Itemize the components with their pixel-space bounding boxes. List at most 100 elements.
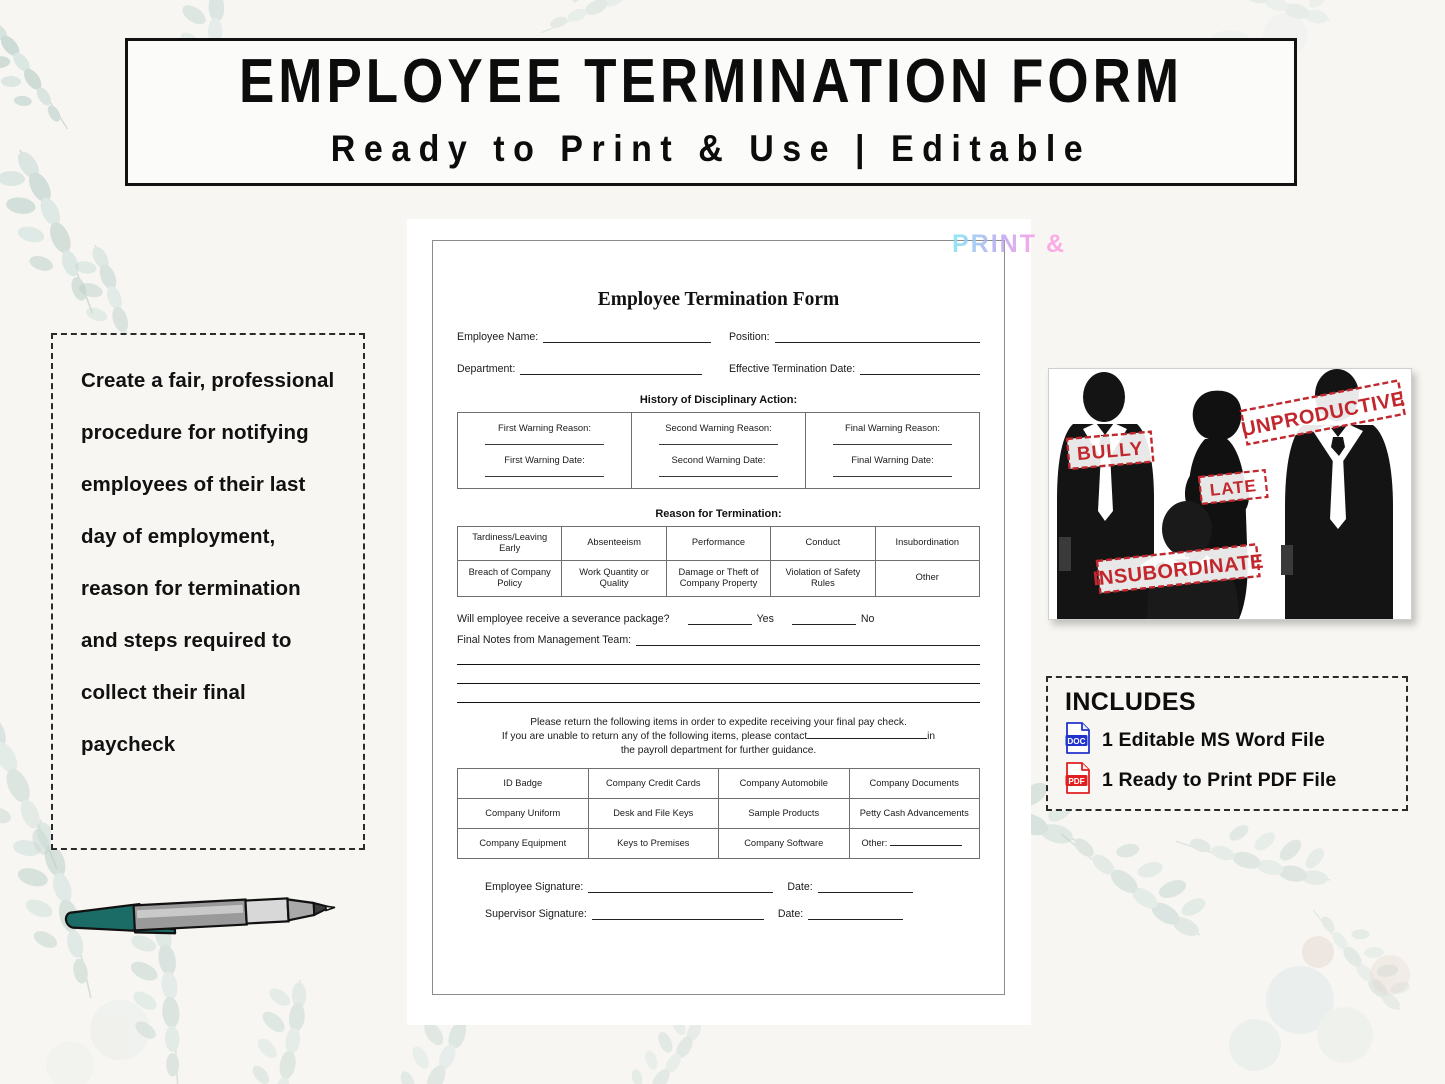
return-instructions-line2: If you are unable to return any of the f… bbox=[457, 729, 980, 744]
reason-option[interactable]: Other bbox=[874, 559, 981, 597]
label-supervisor-date: Date: bbox=[777, 908, 804, 921]
input-other-item[interactable] bbox=[890, 837, 963, 847]
input-effective-date[interactable] bbox=[860, 363, 980, 375]
input-payroll-contact[interactable] bbox=[807, 729, 928, 740]
table-row: ID Badge Company Credit Cards Company Au… bbox=[457, 768, 980, 800]
return-instructions: Please return the following items in ord… bbox=[457, 716, 980, 758]
description-text: Create a fair, professional procedure fo… bbox=[81, 369, 335, 756]
return-item[interactable]: Company Automobile bbox=[718, 768, 850, 800]
label-severance-question: Will employee receive a severance packag… bbox=[457, 612, 670, 625]
input-employee-date[interactable] bbox=[817, 882, 913, 894]
form-row-name-position: Employee Name: Position: bbox=[457, 331, 980, 343]
includes-item-label: 1 Editable MS Word File bbox=[1102, 729, 1325, 751]
reason-option[interactable]: Tardiness/Leaving Early bbox=[456, 525, 563, 561]
label-final-warning-date: Final Warning Date: bbox=[851, 453, 934, 465]
table-row: Company Uniform Desk and File Keys Sampl… bbox=[457, 798, 980, 830]
label-employee-name: Employee Name: bbox=[457, 331, 539, 343]
includes-item-label: 1 Ready to Print PDF File bbox=[1102, 769, 1337, 791]
pdf-file-icon: PDF bbox=[1065, 762, 1091, 799]
severance-row: Will employee receive a severance packag… bbox=[457, 613, 980, 625]
input-employee-signature[interactable] bbox=[588, 882, 774, 894]
label-other: Other: bbox=[861, 838, 888, 849]
label-position: Position: bbox=[728, 331, 770, 343]
reason-for-termination-table: Tardiness/Leaving Early Absenteeism Perf… bbox=[456, 525, 981, 597]
label-first-warning-reason: First Warning Reason: bbox=[498, 422, 591, 433]
label-final-notes: Final Notes from Management Team: bbox=[457, 633, 632, 646]
return-item[interactable]: Petty Cash Advancements bbox=[848, 798, 980, 830]
input-supervisor-signature[interactable] bbox=[591, 909, 764, 921]
disciplinary-table: First Warning Reason: First Warning Date… bbox=[457, 412, 980, 489]
return-item[interactable]: Company Software bbox=[718, 828, 850, 860]
label-employee-date: Date: bbox=[787, 881, 813, 894]
return-item[interactable]: Company Documents bbox=[848, 768, 980, 800]
reason-option[interactable]: Damage or Theft of Company Property bbox=[665, 559, 772, 597]
input-employee-name[interactable] bbox=[543, 331, 712, 343]
termination-form-document[interactable]: Employee Termination Form Employee Name:… bbox=[432, 240, 1005, 995]
reason-option[interactable]: Conduct bbox=[770, 525, 876, 561]
employee-signature-row: Employee Signature: Date: bbox=[457, 881, 980, 894]
input-position[interactable] bbox=[774, 331, 980, 343]
disciplinary-heading: History of Disciplinary Action: bbox=[639, 394, 798, 406]
title-banner: EMPLOYEE TERMINATION FORM Ready to Print… bbox=[125, 38, 1297, 186]
svg-text:PDF: PDF bbox=[1068, 777, 1084, 786]
table-row: First Warning Reason: First Warning Date… bbox=[457, 412, 980, 489]
termination-illustration: BULLY LATE UNPRODUCTIVE INSUBORDINATE bbox=[1048, 368, 1412, 620]
label-supervisor-signature: Supervisor Signature: bbox=[485, 908, 587, 921]
page-subtitle: Ready to Print & Use | Editable bbox=[330, 128, 1092, 170]
label-severance-yes: Yes bbox=[756, 612, 774, 625]
label-final-warning-reason: Final Warning Reason: bbox=[844, 422, 940, 433]
reason-option[interactable]: Absenteeism bbox=[561, 525, 667, 561]
table-row: Breach of Company Policy Work Quantity o… bbox=[456, 559, 981, 597]
form-title: Employee Termination Form bbox=[597, 289, 840, 310]
return-item[interactable]: Company Equipment bbox=[457, 828, 589, 860]
reason-option[interactable]: Violation of Safety Rules bbox=[770, 559, 876, 597]
return-instructions-line2-b: in bbox=[927, 731, 936, 743]
list-item: DOC 1 Editable MS Word File bbox=[1065, 722, 1406, 759]
description-box: Create a fair, professional procedure fo… bbox=[51, 333, 365, 850]
input-first-warning-date[interactable] bbox=[484, 468, 605, 477]
return-item-other[interactable]: Other: bbox=[848, 828, 980, 860]
reason-option[interactable]: Work Quantity or Quality bbox=[561, 559, 667, 597]
return-instructions-line1: Please return the following items in ord… bbox=[530, 716, 907, 728]
label-first-warning-date: First Warning Date: bbox=[504, 453, 585, 465]
return-items-table: ID Badge Company Credit Cards Company Au… bbox=[457, 768, 980, 860]
form-row-department-date: Department: Effective Termination Date: bbox=[457, 363, 980, 375]
input-severance-no[interactable] bbox=[791, 614, 856, 625]
supervisor-signature-row: Supervisor Signature: Date: bbox=[457, 908, 980, 921]
input-department[interactable] bbox=[520, 363, 703, 375]
label-employee-signature: Employee Signature: bbox=[485, 881, 584, 894]
input-severance-yes[interactable] bbox=[687, 614, 752, 625]
return-item[interactable]: Sample Products bbox=[718, 798, 850, 830]
input-second-warning-date[interactable] bbox=[658, 468, 779, 477]
reason-option[interactable]: Breach of Company Policy bbox=[456, 559, 563, 597]
disciplinary-cell-first: First Warning Reason: First Warning Date… bbox=[457, 412, 632, 489]
includes-title: INCLUDES bbox=[1065, 688, 1196, 716]
input-final-notes-2[interactable] bbox=[457, 655, 980, 665]
return-item[interactable]: Company Credit Cards bbox=[587, 768, 719, 800]
input-final-notes-3[interactable] bbox=[457, 674, 980, 684]
label-severance-no: No bbox=[860, 612, 875, 625]
label-department: Department: bbox=[457, 363, 516, 375]
label-second-warning-reason: Second Warning Reason: bbox=[665, 422, 772, 433]
input-final-notes-1[interactable] bbox=[636, 634, 980, 646]
return-item[interactable]: Desk and File Keys bbox=[587, 798, 719, 830]
reason-option[interactable]: Performance bbox=[665, 525, 772, 561]
pen-illustration bbox=[62, 888, 337, 936]
input-supervisor-date[interactable] bbox=[808, 909, 904, 921]
input-final-notes-4[interactable] bbox=[457, 693, 980, 703]
return-item[interactable]: Keys to Premises bbox=[587, 828, 719, 860]
table-row: Tardiness/Leaving Early Absenteeism Perf… bbox=[456, 525, 981, 561]
input-second-warning-reason[interactable] bbox=[658, 436, 779, 445]
includes-box: INCLUDES DOC 1 Editable MS Word File PDF… bbox=[1046, 676, 1408, 811]
return-item[interactable]: Company Uniform bbox=[457, 798, 589, 830]
return-item[interactable]: ID Badge bbox=[457, 768, 589, 800]
reason-heading: Reason for Termination: bbox=[655, 507, 782, 520]
page-title: EMPLOYEE TERMINATION FORM bbox=[238, 46, 1184, 117]
return-instructions-line3: the payroll department for further guida… bbox=[620, 745, 817, 757]
reason-option[interactable]: Insubordination bbox=[874, 525, 981, 561]
input-first-warning-reason[interactable] bbox=[484, 436, 605, 445]
doc-file-icon: DOC bbox=[1065, 722, 1091, 759]
input-final-warning-reason[interactable] bbox=[832, 436, 953, 445]
input-final-warning-date[interactable] bbox=[832, 468, 953, 477]
label-effective-date: Effective Termination Date: bbox=[728, 363, 856, 375]
